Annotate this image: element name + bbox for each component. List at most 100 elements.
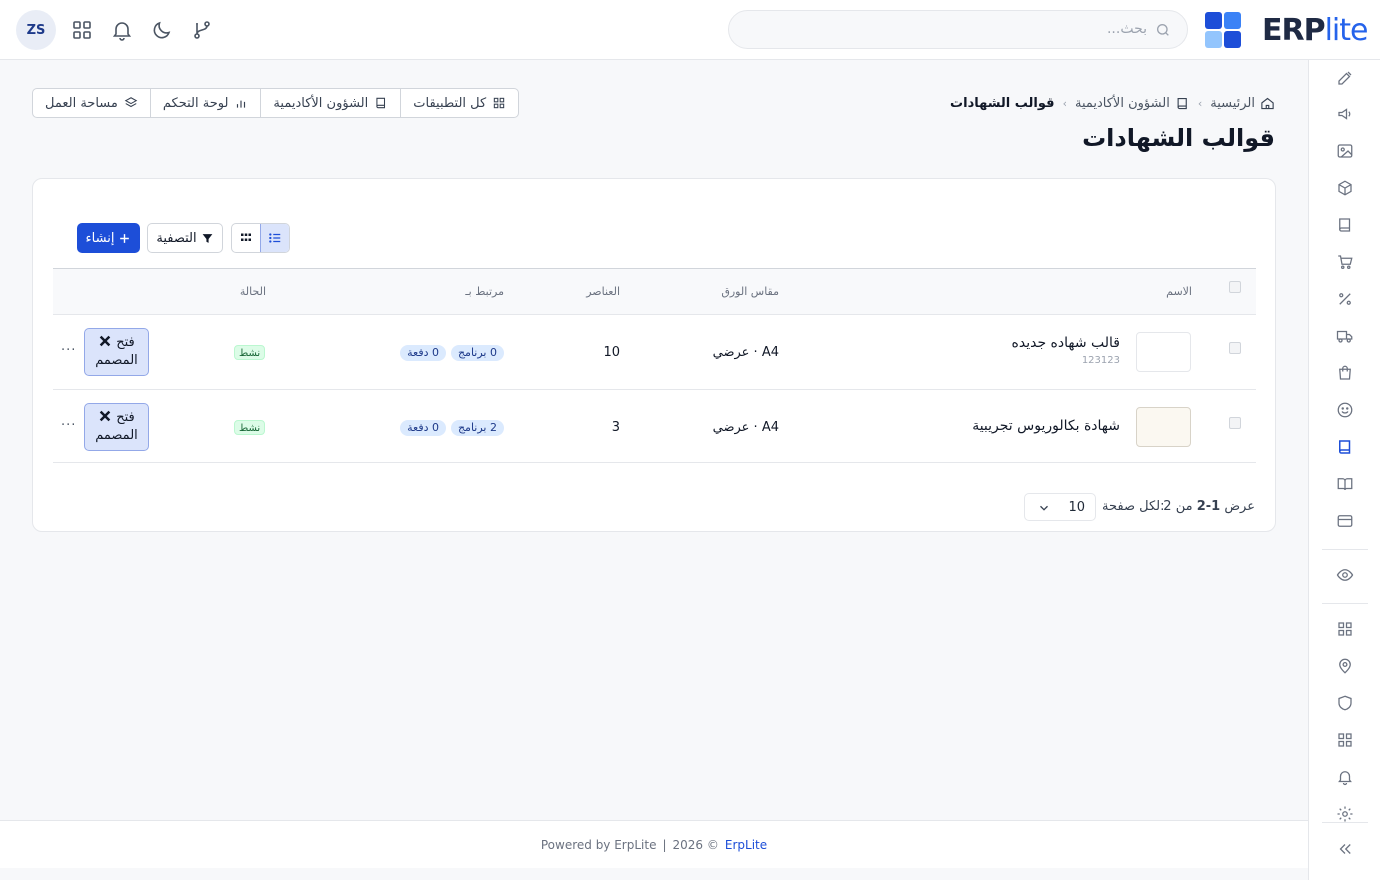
map-pin-icon[interactable] <box>1336 657 1354 675</box>
templates-table: الاسم مقاس الورق العناصر مرتبط بـ الحالة… <box>53 268 1256 463</box>
row-more-menu[interactable]: ··· <box>61 418 76 433</box>
select-all-checkbox[interactable] <box>1229 281 1241 293</box>
git-branch-icon[interactable] <box>190 18 214 42</box>
designer-tools-icon <box>98 409 112 427</box>
bar-chart-icon <box>234 96 248 110</box>
top-header: ZS بحث... ERPlite <box>0 0 1380 60</box>
image-icon[interactable] <box>1336 142 1354 160</box>
programs-badge: 2 برنامج <box>450 420 504 436</box>
search-icon <box>1155 22 1171 38</box>
moon-icon[interactable] <box>150 18 174 42</box>
breadcrumb-home[interactable]: الرئيسية <box>1210 96 1275 111</box>
open-designer-label-2: المصمم <box>95 353 138 368</box>
apps-grid-icon[interactable] <box>70 18 94 42</box>
table-row[interactable]: شهادة بكالوريوس تجريبية A4 · عرضي 3 2 بر… <box>53 389 1256 463</box>
designer-tools-icon <box>98 334 112 352</box>
quick-nav-all-apps[interactable]: كل التطبيقات <box>401 89 518 117</box>
pagination-of: من <box>1175 499 1193 514</box>
open-designer-label: فتح <box>116 335 135 350</box>
user-avatar[interactable]: ZS <box>16 10 56 50</box>
cart-icon[interactable] <box>1336 253 1354 271</box>
quick-nav-all-apps-label: كل التطبيقات <box>413 95 487 111</box>
bell-icon[interactable] <box>110 18 134 42</box>
quick-nav-dashboard-label: لوحة التحكم <box>162 95 229 111</box>
open-book-icon[interactable] <box>1336 475 1354 493</box>
row-name[interactable]: قالب شهاده جديده <box>1012 335 1120 351</box>
footer-powered: Powered by ErpLite <box>540 837 657 852</box>
book-icon[interactable] <box>1336 216 1354 234</box>
status-badge: نشط <box>234 420 266 435</box>
col-status[interactable]: الحالة <box>240 285 266 298</box>
bell-icon[interactable] <box>1336 768 1354 786</box>
col-paper[interactable]: مقاس الورق <box>721 285 779 298</box>
row-checkbox[interactable] <box>1229 417 1241 429</box>
truck-icon[interactable] <box>1336 327 1354 345</box>
list-view-icon[interactable] <box>260 224 289 252</box>
row-elements: 10 <box>603 345 620 360</box>
pagination-total: 2 <box>1163 499 1172 514</box>
page-title: قوالب الشهادات <box>1082 124 1275 152</box>
batches-badge: 0 دفعة <box>400 420 446 436</box>
search-input[interactable]: بحث... <box>728 10 1188 49</box>
grid-view-icon[interactable] <box>232 224 260 252</box>
megaphone-icon[interactable] <box>1336 105 1354 123</box>
brand-logo[interactable]: ERPlite <box>1262 13 1368 48</box>
row-paper: A4 · عرضي <box>712 420 779 435</box>
tools-icon[interactable] <box>1336 69 1354 87</box>
side-rail <box>1308 60 1380 880</box>
breadcrumb-section-label: الشؤون الأكاديمية <box>1074 95 1170 111</box>
search-placeholder: بحث... <box>1106 21 1147 37</box>
col-elements[interactable]: العناصر <box>586 285 620 298</box>
breadcrumb-home-label: الرئيسية <box>1210 95 1255 111</box>
breadcrumb-current: قوالب الشهادات <box>950 95 1055 111</box>
logo-mark-icon <box>1205 12 1241 48</box>
quick-nav-dashboard[interactable]: لوحة التحكم <box>151 89 262 117</box>
per-page-label: لكل صفحة: <box>1102 499 1165 514</box>
open-designer-button[interactable]: فتح المصمم <box>84 403 149 451</box>
eye-icon[interactable] <box>1336 566 1354 584</box>
create-button[interactable]: إنشاء <box>77 223 140 253</box>
shopping-bag-icon[interactable] <box>1336 364 1354 382</box>
box-icon[interactable] <box>1336 179 1354 197</box>
row-more-menu[interactable]: ··· <box>61 343 76 358</box>
breadcrumb-section[interactable]: الشؤون الأكاديمية <box>1075 96 1190 111</box>
footer-brand-link[interactable]: ErpLite <box>725 838 767 852</box>
open-designer-label: فتح <box>116 410 135 425</box>
table-row[interactable]: قالب شهاده جديده 123123 A4 · عرضي 10 0 ب… <box>53 314 1256 389</box>
rail-divider <box>1322 822 1368 823</box>
percent-icon[interactable] <box>1336 290 1354 308</box>
view-toggle <box>231 223 290 253</box>
grid-icon[interactable] <box>1336 620 1354 638</box>
col-name[interactable]: الاسم <box>1166 285 1192 298</box>
smile-icon[interactable] <box>1336 401 1354 419</box>
filter-funnel-icon <box>201 232 214 245</box>
rail-divider <box>1322 603 1368 604</box>
gear-icon[interactable] <box>1336 805 1354 823</box>
breadcrumb-separator-icon: ‹ <box>1197 96 1203 110</box>
status-badge: نشط <box>234 345 266 360</box>
collapse-chevrons-icon[interactable] <box>1336 840 1354 858</box>
breadcrumb-separator-icon: ‹ <box>1062 96 1067 110</box>
template-thumbnail <box>1136 407 1191 447</box>
home-icon <box>1260 96 1275 111</box>
shield-icon[interactable] <box>1336 694 1354 712</box>
logo-text-main: ERP <box>1262 13 1326 48</box>
row-checkbox[interactable] <box>1229 342 1241 354</box>
filter-button[interactable]: التصفية <box>147 223 223 253</box>
row-name[interactable]: شهادة بكالوريوس تجريبية <box>972 418 1120 434</box>
quick-nav-workspace-label: مساحة العمل <box>45 95 118 111</box>
pagination-prefix: عرض <box>1224 499 1255 514</box>
per-page-select[interactable]: 10 <box>1024 493 1096 521</box>
credit-card-icon[interactable] <box>1336 512 1354 530</box>
breadcrumb: الرئيسية ‹ الشؤون الأكاديمية ‹ قوالب الش… <box>950 94 1275 112</box>
book-icon <box>374 96 388 110</box>
open-designer-button[interactable]: فتح المصمم <box>84 328 149 376</box>
quick-nav-academic[interactable]: الشؤون الأكاديمية <box>261 89 402 117</box>
plus-icon <box>118 232 131 245</box>
grid-icon[interactable] <box>1336 731 1354 749</box>
per-page-value: 10 <box>1068 500 1085 515</box>
quick-nav-workspace[interactable]: مساحة العمل <box>33 89 151 117</box>
quick-nav-academic-label: الشؤون الأكاديمية <box>273 95 369 111</box>
academic-book-icon[interactable] <box>1336 438 1354 456</box>
pagination-range: 1-2 <box>1196 499 1221 514</box>
